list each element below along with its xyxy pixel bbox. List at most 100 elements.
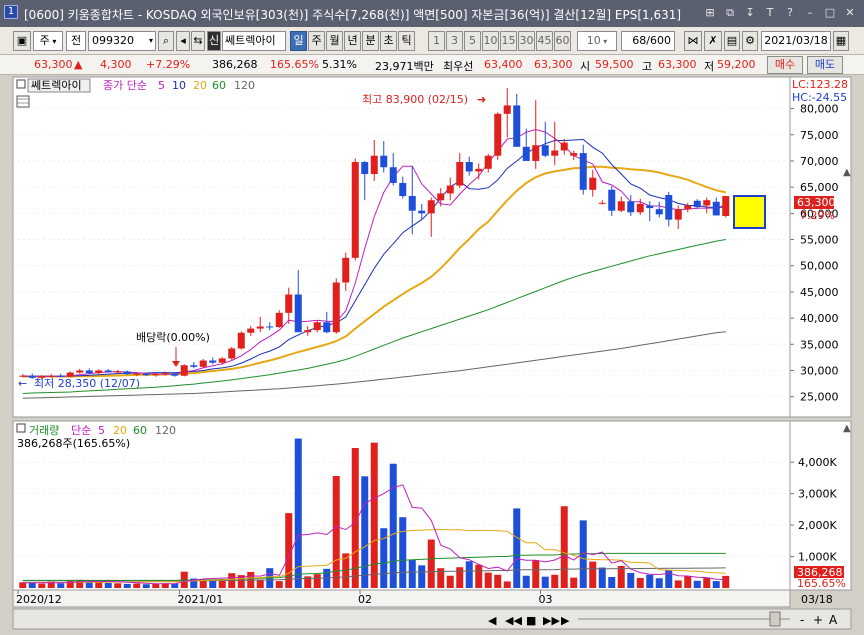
minute-30-button[interactable]: 30 <box>518 31 535 51</box>
scroll-prev-button[interactable]: ◀ <box>488 614 497 627</box>
volume-bar <box>712 581 720 588</box>
tack-icon[interactable]: ↧ <box>742 5 758 21</box>
best-bid: 63,300 <box>534 58 573 71</box>
x-tick-label: 2020/12 <box>16 593 62 606</box>
candle-up <box>133 373 141 375</box>
zoom-out-button[interactable]: - <box>800 613 804 627</box>
candle-up <box>722 196 730 216</box>
high-label: 고 <box>642 60 653 73</box>
candle-down <box>627 201 635 213</box>
chevron-down-icon: ▾ <box>49 37 57 46</box>
price-panel <box>12 76 791 418</box>
scroll-next-button[interactable]: ▶ <box>561 614 570 627</box>
current-price: 63,300 <box>34 58 73 71</box>
tab-month[interactable]: 월 <box>326 31 343 51</box>
x-axis-right-label: 03/18 <box>801 593 833 606</box>
market-select-value: 주 <box>39 34 50 47</box>
price-tick-label: 75,000 <box>800 129 839 142</box>
sell-button[interactable]: 매도 <box>807 56 843 74</box>
volume-bar <box>465 561 473 588</box>
candle-up <box>247 328 255 333</box>
candle-down <box>389 167 397 183</box>
tab-tick[interactable]: 틱 <box>398 31 415 51</box>
link-icon[interactable]: ⇆ <box>191 31 205 51</box>
best-quote-label: 최우선 <box>443 60 474 73</box>
calendar-icon[interactable]: ▦ <box>833 31 849 51</box>
candle-up <box>95 370 103 374</box>
candle-up <box>370 155 378 175</box>
window-controls: ⊞ ⧉ ↧ T ? – □ ✕ <box>702 5 858 21</box>
buy-button[interactable]: 매수 <box>767 56 803 74</box>
open-label: 시 <box>580 60 591 73</box>
tab-day[interactable]: 일 <box>290 31 307 51</box>
help-icon[interactable]: ? <box>782 5 798 21</box>
minute-10-button[interactable]: 10 <box>482 31 499 51</box>
stock-name: 쎄트렉아이 <box>222 31 286 51</box>
font-size-icon[interactable]: A <box>829 613 838 627</box>
volume-bar <box>551 574 559 588</box>
scroll-up-icon[interactable]: ▲ <box>843 167 851 178</box>
candle-up <box>275 312 283 327</box>
minute-5-button[interactable]: 5 <box>464 31 481 51</box>
volume-legend-simple: 단순 <box>71 424 91 437</box>
zoom-in-button[interactable]: + <box>813 613 823 627</box>
gear-icon[interactable]: ⚙ <box>742 31 758 51</box>
custom-minute-select[interactable]: 10 ▾ <box>577 31 617 51</box>
data-count-input[interactable]: 68/600 <box>621 31 675 51</box>
volume-scroll-up-icon[interactable]: ▲ <box>843 423 851 434</box>
tab-minute[interactable]: 분 <box>362 31 379 51</box>
volume-bar <box>693 580 701 588</box>
candle-up <box>152 374 160 376</box>
minute-45-button[interactable]: 45 <box>536 31 553 51</box>
tab-year[interactable]: 년 <box>344 31 361 51</box>
market-select[interactable]: 주 ▾ <box>33 31 63 51</box>
stock-chart[interactable]: 25,000 30,000 35,000 40,000 45,000 50,000 55,0… <box>0 75 864 635</box>
scroll-stop-button[interactable]: ■ <box>526 614 536 627</box>
candle-up <box>218 358 226 363</box>
scroll-forward-button[interactable]: ▶▶ <box>543 614 560 627</box>
price-tick-label: 35,000 <box>800 338 839 351</box>
minute-15-button[interactable]: 15 <box>500 31 517 51</box>
pin-icon[interactable]: ⊞ <box>702 5 718 21</box>
low-arrow-icon: ← <box>18 377 27 390</box>
ma10-legend: 10 <box>172 79 186 92</box>
layout-icon[interactable]: ▣ <box>13 31 31 51</box>
volume-bar <box>218 580 226 588</box>
volume-bar <box>95 582 103 588</box>
indicator-icon[interactable]: ⋈ <box>684 31 702 51</box>
candle-up <box>560 142 568 151</box>
candle-up <box>332 282 340 333</box>
grid-toggle-icon[interactable] <box>16 95 30 108</box>
volume-bar <box>427 539 435 588</box>
scroll-rewind-button[interactable]: ◀◀ <box>505 614 522 627</box>
candle-down <box>123 371 131 375</box>
text-icon[interactable]: T <box>762 5 778 21</box>
drawing-icon[interactable]: ✗ <box>704 31 722 51</box>
chevron-down-icon: ▾ <box>148 36 153 45</box>
search-icon[interactable]: ⌕ <box>158 31 174 51</box>
volume-bar <box>171 583 179 588</box>
price-tick-label: 25,000 <box>800 391 839 404</box>
volume-bar <box>722 575 730 588</box>
minute-3-button[interactable]: 3 <box>446 31 463 51</box>
candle-down <box>142 373 150 376</box>
close-icon[interactable]: ✕ <box>842 5 858 21</box>
minimize-icon[interactable]: – <box>802 5 818 21</box>
minute-60-button[interactable]: 60 <box>554 31 571 51</box>
volume-bar <box>627 572 635 588</box>
volume-legend-title: 거래량 <box>29 424 59 437</box>
speaker-icon[interactable]: ◂ <box>176 31 190 51</box>
restore-icon[interactable]: ⧉ <box>722 5 738 21</box>
zoom-thumb[interactable] <box>769 611 781 627</box>
minute-1-button[interactable]: 1 <box>428 31 445 51</box>
tab-week[interactable]: 주 <box>308 31 325 51</box>
date-input[interactable]: 2021/03/18 <box>761 31 831 51</box>
volume-bar <box>104 582 112 588</box>
scope-select[interactable]: 전 <box>66 31 86 51</box>
save-icon[interactable]: ▤ <box>724 31 740 51</box>
tab-second[interactable]: 초 <box>380 31 397 51</box>
stock-code-input[interactable]: 099320 ▾ <box>88 31 156 51</box>
maximize-icon[interactable]: □ <box>822 5 838 21</box>
candle-up <box>427 200 435 214</box>
volume-tick-label: 3,000K <box>798 488 837 501</box>
